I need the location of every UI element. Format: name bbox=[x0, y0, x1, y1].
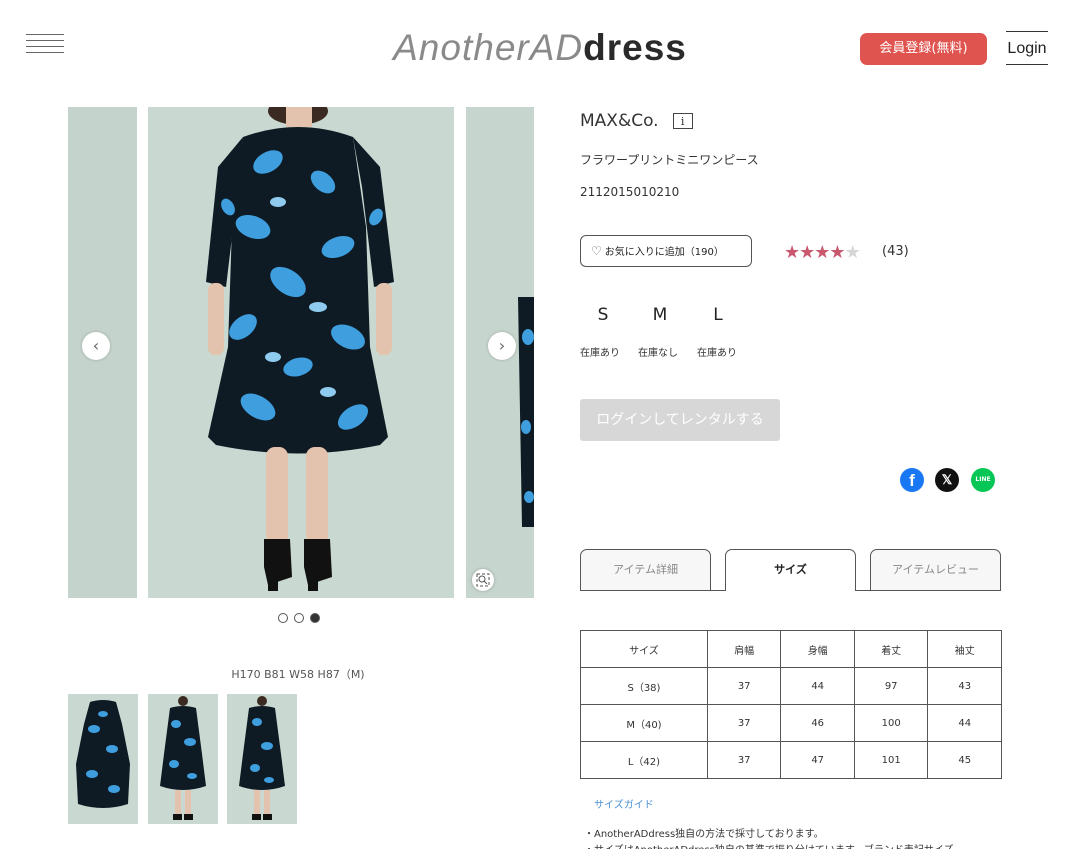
logo-light-text: AnotherAD bbox=[393, 27, 584, 68]
gallery-next-button[interactable]: › bbox=[488, 332, 516, 360]
table-cell: S（38) bbox=[580, 667, 708, 705]
product-code: 2112015010210 bbox=[580, 185, 680, 199]
product-photo-main bbox=[148, 107, 454, 598]
x-share-icon[interactable]: 𝕏 bbox=[935, 468, 959, 492]
table-header: 肩幅 bbox=[706, 630, 782, 668]
size-note: ・サイズはAnotherADdress独自の基準で振り分けています。ブランド表記… bbox=[584, 841, 954, 849]
line-share-icon[interactable]: LINE bbox=[971, 468, 995, 492]
table-cell: M（40) bbox=[580, 704, 708, 742]
table-header-row: サイズ 肩幅 身幅 着丈 袖丈 bbox=[580, 630, 1002, 668]
table-cell: 44 bbox=[927, 704, 1002, 742]
table-row: M（40) 37 46 100 44 bbox=[580, 704, 1002, 742]
tab-divider bbox=[856, 590, 870, 591]
gallery-dot[interactable] bbox=[294, 613, 304, 623]
size-option-s[interactable]: S bbox=[588, 305, 618, 325]
product-name: フラワープリントミニワンピース bbox=[580, 153, 759, 167]
facebook-share-icon[interactable]: f bbox=[900, 468, 924, 492]
table-header: サイズ bbox=[580, 630, 708, 668]
table-header: 身幅 bbox=[780, 630, 855, 668]
favorite-label: お気に入りに追加（190） bbox=[604, 247, 724, 258]
heart-icon: ♡ bbox=[591, 244, 602, 258]
table-cell: 100 bbox=[853, 704, 929, 742]
stock-status-s: 在庫あり bbox=[580, 348, 620, 359]
table-cell: 97 bbox=[853, 667, 929, 705]
table-cell: 43 bbox=[927, 667, 1002, 705]
star-empty-icon: ★ bbox=[844, 242, 861, 263]
star-icon: ★ bbox=[814, 242, 830, 263]
tab-size[interactable]: サイズ bbox=[725, 549, 856, 591]
rating-stars: ★★★★★ bbox=[784, 242, 861, 263]
size-option-m[interactable]: M bbox=[645, 305, 675, 325]
gallery-dot-active[interactable] bbox=[310, 613, 320, 623]
zoom-icon[interactable] bbox=[472, 569, 494, 591]
table-cell: 37 bbox=[706, 667, 782, 705]
thumbnail-1[interactable] bbox=[68, 694, 138, 824]
brand-row: MAX&Co. i bbox=[580, 111, 693, 131]
size-option-l[interactable]: L bbox=[703, 305, 733, 325]
register-button[interactable]: 会員登録(無料) bbox=[860, 33, 987, 65]
table-cell: 37 bbox=[706, 704, 782, 742]
login-to-rent-button[interactable]: ログインしてレンタルする bbox=[580, 399, 780, 441]
table-cell: 101 bbox=[853, 741, 929, 779]
table-header: 袖丈 bbox=[927, 630, 1002, 668]
thumbnail-3[interactable] bbox=[227, 694, 297, 824]
table-cell: L（42) bbox=[580, 741, 708, 779]
table-cell: 46 bbox=[780, 704, 855, 742]
gallery-prev-button[interactable]: ‹ bbox=[82, 332, 110, 360]
star-icon: ★ bbox=[784, 242, 800, 263]
review-count[interactable]: (43) bbox=[882, 244, 909, 259]
table-cell: 45 bbox=[927, 741, 1002, 779]
brand-name[interactable]: MAX&Co. bbox=[580, 111, 659, 131]
model-size-text: H170 B81 W58 H87（M) bbox=[231, 668, 365, 681]
gallery-dots bbox=[278, 613, 320, 623]
size-guide-link[interactable]: サイズガイド bbox=[594, 796, 654, 811]
size-table: サイズ 肩幅 身幅 着丈 袖丈 S（38) 37 44 97 43 M（40) … bbox=[580, 630, 1002, 779]
tab-item-review[interactable]: アイテムレビュー bbox=[870, 549, 1001, 591]
size-note: ・AnotherADdress独自の方法で採寸しております。 bbox=[584, 829, 824, 840]
stock-status-m: 在庫なし bbox=[638, 348, 678, 359]
table-cell: 37 bbox=[706, 741, 782, 779]
stock-status-l: 在庫あり bbox=[697, 348, 737, 359]
table-header: 着丈 bbox=[853, 630, 929, 668]
star-icon: ★ bbox=[829, 242, 845, 263]
login-link[interactable]: Login bbox=[1006, 31, 1048, 65]
table-row: S（38) 37 44 97 43 bbox=[580, 667, 1002, 705]
tab-divider bbox=[711, 590, 725, 591]
table-row: L（42) 37 47 101 45 bbox=[580, 741, 1002, 779]
thumbnail-2[interactable] bbox=[148, 694, 218, 824]
logo-bold-text: dress bbox=[583, 27, 687, 68]
tab-item-details[interactable]: アイテム詳細 bbox=[580, 549, 711, 591]
gallery-dot[interactable] bbox=[278, 613, 288, 623]
add-favorite-button[interactable]: ♡ お気に入りに追加（190） bbox=[580, 235, 752, 267]
star-icon: ★ bbox=[799, 242, 815, 263]
table-cell: 44 bbox=[780, 667, 855, 705]
brand-info-icon[interactable]: i bbox=[672, 113, 693, 129]
table-cell: 47 bbox=[780, 741, 855, 779]
